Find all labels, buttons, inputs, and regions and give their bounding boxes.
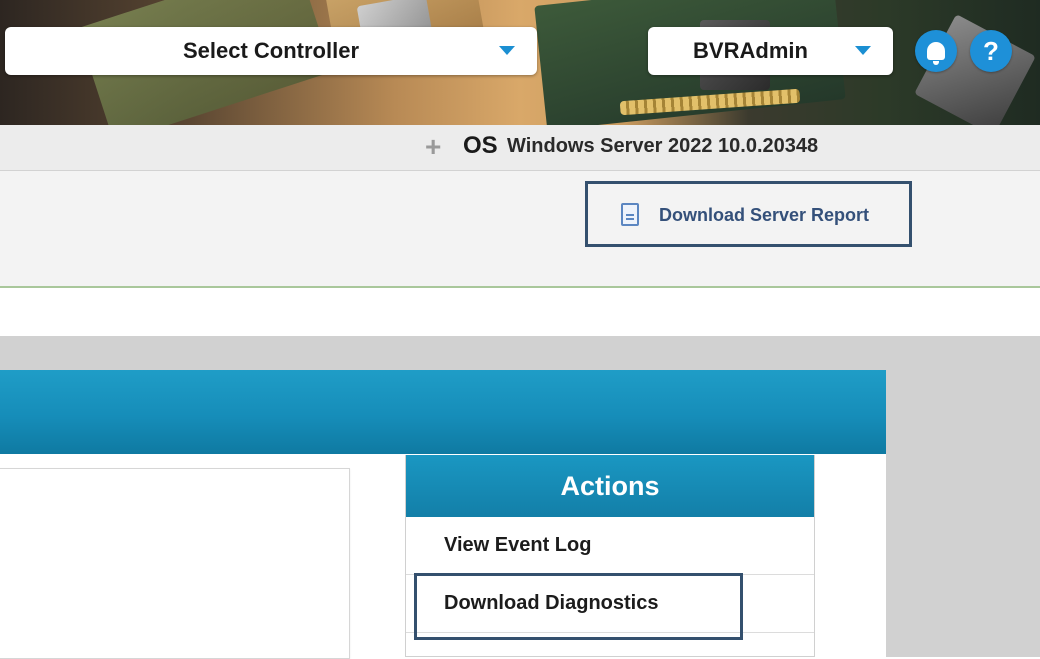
download-server-report-button[interactable]: Download Server Report — [585, 181, 912, 247]
user-select[interactable]: BVRAdmin — [648, 27, 893, 75]
help-icon[interactable]: ? — [970, 30, 1012, 72]
spacer — [0, 288, 1040, 336]
report-strip: Download Server Report — [0, 171, 1040, 288]
expand-icon[interactable]: + — [425, 133, 441, 161]
bell-icon[interactable] — [915, 30, 957, 72]
actions-title: Actions — [406, 455, 814, 517]
controller-select-value: Select Controller — [182, 38, 360, 63]
os-value: Windows Server 2022 10.0.20348 — [507, 135, 819, 157]
help-icon-glyph: ? — [983, 35, 999, 66]
highlight-frame — [414, 573, 743, 640]
user-select-value: BVRAdmin — [693, 38, 808, 63]
os-label: OS — [463, 132, 498, 159]
os-info-bar: + OS Windows Server 2022 10.0.20348 — [0, 125, 1040, 171]
header-banner: Select Controller BVRAdmin ? — [0, 0, 1040, 125]
chevron-down-icon — [499, 46, 515, 55]
download-server-report-label: Download Server Report — [659, 205, 870, 225]
document-icon — [621, 203, 639, 226]
bell-icon-shape — [927, 42, 945, 65]
panel-header — [0, 370, 886, 454]
controller-select[interactable]: Select Controller — [5, 27, 537, 75]
action-view-event-log[interactable]: View Event Log — [406, 517, 814, 575]
chevron-down-icon — [855, 46, 871, 55]
details-box — [0, 468, 350, 659]
